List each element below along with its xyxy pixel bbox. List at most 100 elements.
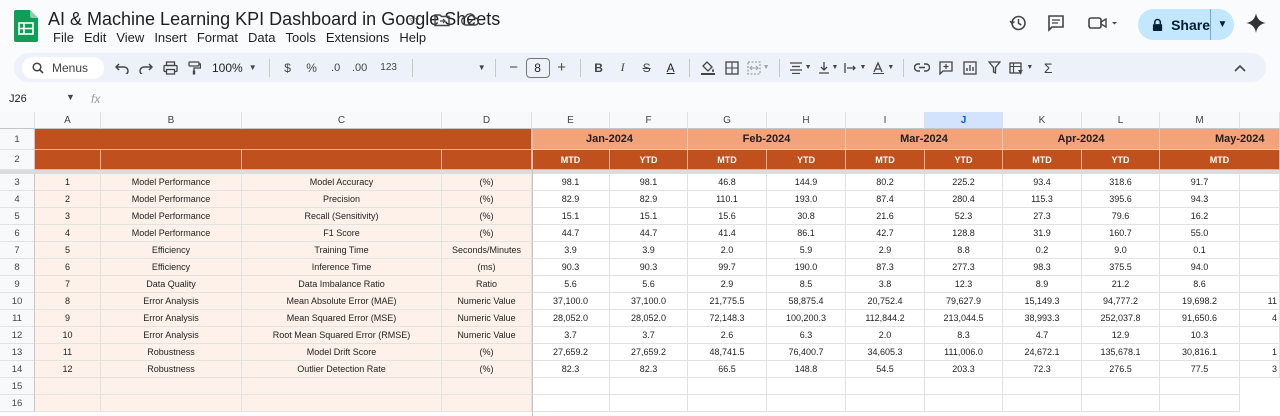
value-cell[interactable]: 111,006.0 — [925, 344, 1003, 361]
empty-cell[interactable] — [1082, 378, 1160, 395]
value-cell-overflow[interactable] — [1240, 242, 1280, 259]
number-format-button[interactable]: 123 — [372, 56, 406, 80]
borders-icon[interactable] — [720, 56, 744, 80]
kpi-number-cell[interactable]: 12 — [35, 361, 101, 378]
kpi-number-cell[interactable]: 4 — [35, 225, 101, 242]
value-cell[interactable]: 55.0 — [1160, 225, 1240, 242]
value-cell-overflow[interactable] — [1240, 327, 1280, 344]
value-cell[interactable]: 28,052.0 — [610, 310, 688, 327]
empty-cell[interactable] — [1160, 378, 1240, 395]
zoom-select[interactable]: 100% ▼ — [206, 56, 263, 80]
value-cell[interactable]: 76,400.7 — [767, 344, 846, 361]
row-header-14[interactable]: 14 — [0, 361, 35, 378]
value-cell[interactable]: 144.9 — [767, 174, 846, 191]
value-cell-overflow[interactable] — [1240, 191, 1280, 208]
value-cell[interactable]: 80.2 — [846, 174, 925, 191]
kpi-number-cell[interactable]: 11 — [35, 344, 101, 361]
value-cell[interactable]: 193.0 — [767, 191, 846, 208]
column-header-n[interactable] — [1240, 112, 1280, 129]
decrease-decimal-button[interactable]: .0 — [324, 56, 348, 80]
value-cell[interactable]: 15,149.3 — [1003, 293, 1082, 310]
horizontal-align-icon[interactable]: ▼ — [786, 56, 815, 80]
value-cell[interactable]: 160.7 — [1082, 225, 1160, 242]
row-header-4[interactable]: 4 — [0, 191, 35, 208]
value-cell[interactable]: 94,777.2 — [1082, 293, 1160, 310]
value-cell-overflow[interactable] — [1240, 174, 1280, 191]
empty-cell[interactable] — [1003, 378, 1082, 395]
kpi-number-cell[interactable]: 2 — [35, 191, 101, 208]
insert-link-icon[interactable] — [910, 56, 934, 80]
value-cell[interactable]: 30.8 — [767, 208, 846, 225]
filter-views-icon[interactable]: ▼ — [1006, 56, 1036, 80]
unit-cell[interactable]: (%) — [442, 344, 532, 361]
value-cell[interactable]: 112,844.2 — [846, 310, 925, 327]
star-icon[interactable]: ☆ — [405, 11, 423, 29]
empty-cell[interactable] — [846, 378, 925, 395]
empty-cell[interactable] — [767, 378, 846, 395]
empty-cell[interactable] — [925, 395, 1003, 412]
name-box-dropdown-icon[interactable]: ▼ — [66, 92, 75, 102]
value-cell[interactable]: 375.5 — [1082, 259, 1160, 276]
value-cell[interactable]: 318.6 — [1082, 174, 1160, 191]
increase-decimal-button[interactable]: .00 — [348, 56, 372, 80]
value-cell[interactable]: 12.3 — [925, 276, 1003, 293]
unit-cell[interactable]: (%) — [442, 208, 532, 225]
value-cell[interactable]: 98.3 — [1003, 259, 1082, 276]
value-cell[interactable]: 82.9 — [532, 191, 610, 208]
value-cell[interactable]: 91,650.6 — [1160, 310, 1240, 327]
kpi-group-cell[interactable]: Error Analysis — [101, 327, 242, 344]
kpi-number-cell[interactable]: 7 — [35, 276, 101, 293]
empty-cell[interactable] — [442, 395, 532, 412]
unit-cell[interactable]: Ratio — [442, 276, 532, 293]
value-cell[interactable]: 21,775.5 — [688, 293, 767, 310]
value-cell[interactable]: 277.3 — [925, 259, 1003, 276]
kpi-name-cell[interactable]: Mean Absolute Error (MAE) — [242, 293, 442, 310]
column-freeze-divider[interactable] — [532, 129, 533, 416]
value-cell[interactable]: 8.6 — [1160, 276, 1240, 293]
value-cell[interactable]: 2.0 — [846, 327, 925, 344]
filter-icon[interactable] — [982, 56, 1006, 80]
kpi-name-cell[interactable]: Model Accuracy — [242, 174, 442, 191]
menu-extensions[interactable]: Extensions — [321, 30, 395, 45]
menu-view[interactable]: View — [111, 30, 149, 45]
value-cell[interactable]: 82.9 — [610, 191, 688, 208]
empty-cell[interactable] — [442, 378, 532, 395]
kpi-number-cell[interactable]: 1 — [35, 174, 101, 191]
kpi-number-cell[interactable]: 6 — [35, 259, 101, 276]
kpi-name-cell[interactable]: Data Imbalance Ratio — [242, 276, 442, 293]
value-cell[interactable]: 115.3 — [1003, 191, 1082, 208]
kpi-name-cell[interactable]: Inference Time — [242, 259, 442, 276]
kpi-group-cell[interactable]: Efficiency — [101, 242, 242, 259]
kpi-number-cell[interactable]: 9 — [35, 310, 101, 327]
row-header-15[interactable]: 15 — [0, 378, 35, 395]
value-cell[interactable]: 8.3 — [925, 327, 1003, 344]
move-folder-icon[interactable] — [433, 11, 451, 29]
menus-search[interactable]: Menus — [22, 56, 104, 79]
kpi-name-cell[interactable]: Training Time — [242, 242, 442, 259]
value-cell[interactable]: 42.7 — [846, 225, 925, 242]
unit-cell[interactable]: Seconds/Minutes — [442, 242, 532, 259]
value-cell[interactable]: 19,698.2 — [1160, 293, 1240, 310]
value-cell[interactable]: 48,741.5 — [688, 344, 767, 361]
value-cell[interactable]: 3.7 — [532, 327, 610, 344]
kpi-group-cell[interactable]: Model Performance — [101, 174, 242, 191]
empty-cell[interactable] — [688, 378, 767, 395]
value-cell[interactable]: 34,605.3 — [846, 344, 925, 361]
kpi-group-cell[interactable]: Model Performance — [101, 191, 242, 208]
value-cell[interactable]: 72,148.3 — [688, 310, 767, 327]
select-all-corner[interactable] — [0, 112, 35, 129]
value-cell[interactable]: 52.3 — [925, 208, 1003, 225]
row-header-11[interactable]: 11 — [0, 310, 35, 327]
row-header-2[interactable]: 2 — [0, 150, 35, 170]
decrease-font-size-icon[interactable]: − — [502, 56, 526, 80]
value-cell[interactable]: 93.4 — [1003, 174, 1082, 191]
value-cell[interactable]: 16.2 — [1160, 208, 1240, 225]
kpi-group-cell[interactable]: Robustness — [101, 361, 242, 378]
empty-cell[interactable] — [532, 395, 610, 412]
value-cell[interactable]: 79.6 — [1082, 208, 1160, 225]
value-cell[interactable]: 3.8 — [846, 276, 925, 293]
kpi-number-cell[interactable]: 10 — [35, 327, 101, 344]
row-header-5[interactable]: 5 — [0, 208, 35, 225]
value-cell[interactable]: 82.3 — [532, 361, 610, 378]
value-cell[interactable]: 20,752.4 — [846, 293, 925, 310]
